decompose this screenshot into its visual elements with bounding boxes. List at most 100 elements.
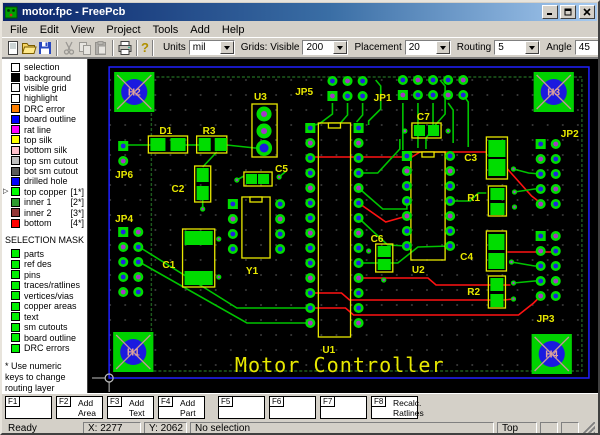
mask-row-text[interactable]: text (2, 311, 87, 322)
open-file-button[interactable] (21, 39, 37, 56)
mask-row-traces-ratlines[interactable]: traces/ratlines (2, 280, 87, 291)
ref-des-label-y1[interactable]: Y1 (246, 266, 259, 277)
layer-row-background[interactable]: background (2, 72, 87, 82)
function-key-f3[interactable]: F3AddText (107, 396, 154, 419)
close-button[interactable] (579, 5, 595, 19)
smd-pad[interactable] (185, 231, 213, 245)
layer-row-inner-1[interactable]: inner 1[2*] (2, 197, 87, 207)
chevron-down-icon[interactable] (525, 41, 539, 54)
ref-des-label-c2[interactable]: C2 (171, 184, 184, 195)
smd-pad[interactable] (185, 271, 213, 285)
ref-des-label-jp5[interactable]: JP5 (295, 87, 313, 98)
ref-des-label-u2[interactable]: U2 (412, 265, 425, 276)
smd-pad[interactable] (490, 294, 503, 307)
ref-des-label-c3[interactable]: C3 (464, 153, 477, 164)
mask-row-pins[interactable]: pins (2, 269, 87, 280)
title-bar[interactable]: motor.fpc - FreePcb (3, 3, 597, 21)
menu-item-file[interactable]: File (4, 23, 34, 37)
resize-grip[interactable] (582, 422, 595, 435)
smd-pad[interactable] (490, 203, 504, 215)
smd-pad[interactable] (490, 278, 503, 291)
menu-item-tools[interactable]: Tools (147, 23, 185, 37)
smd-pad[interactable] (488, 159, 505, 176)
chevron-down-icon[interactable] (333, 41, 347, 54)
ref-des-label-jp3[interactable]: JP3 (537, 314, 555, 325)
ref-des-label-r1[interactable]: R1 (467, 193, 480, 204)
save-button[interactable] (37, 39, 53, 56)
smd-pad[interactable] (490, 188, 504, 200)
pcb-canvas-svg[interactable]: H2H3H1H4D1R3U3JP5JP1C7JP2C3R1C5C2JP6JP4C… (88, 59, 598, 393)
combo-select[interactable]: 45 (575, 40, 600, 55)
mask-row-ref-des[interactable]: ref des (2, 259, 87, 270)
board-silkscreen-title[interactable]: Motor Controller (235, 353, 445, 377)
ref-des-label-jp6[interactable]: JP6 (115, 170, 133, 181)
layer-row-drc-error[interactable]: DRC error (2, 104, 87, 114)
smd-pad[interactable] (378, 246, 391, 257)
mask-row-vertices-vias[interactable]: vertices/vias (2, 290, 87, 301)
copy-button[interactable] (77, 39, 93, 56)
function-key-f4[interactable]: F4AddPart (158, 396, 205, 419)
menu-item-add[interactable]: Add (184, 23, 216, 37)
ref-des-label-u3[interactable]: U3 (254, 92, 267, 103)
menu-item-edit[interactable]: Edit (34, 23, 65, 37)
menu-item-project[interactable]: Project (100, 23, 146, 37)
paste-button[interactable] (93, 39, 109, 56)
layer-row-bot-sm-cutout[interactable]: bot sm cutout (2, 166, 87, 176)
layer-row-board-outline[interactable]: board outline (2, 114, 87, 124)
smd-pad[interactable] (246, 174, 257, 184)
layer-row-bottom-silk[interactable]: bottom silk (2, 145, 87, 155)
layer-row-top-sm-cutout[interactable]: top sm cutout (2, 156, 87, 166)
layer-row-inner-2[interactable]: inner 2[3*] (2, 207, 87, 217)
menu-item-view[interactable]: View (65, 23, 101, 37)
mask-row-board-outline[interactable]: board outline (2, 332, 87, 343)
mask-row-drc-errors[interactable]: DRC errors (2, 343, 87, 354)
function-key-f5[interactable]: F5 (218, 396, 265, 419)
print-button[interactable] (117, 39, 133, 56)
function-key-f2[interactable]: F2AddArea (56, 396, 103, 419)
combo-select[interactable]: 200 (302, 40, 348, 55)
mask-row-copper-areas[interactable]: copper areas (2, 301, 87, 312)
chevron-down-icon[interactable] (220, 41, 234, 54)
mask-row-parts[interactable]: parts (2, 248, 87, 259)
smd-pad[interactable] (199, 138, 211, 151)
smd-pad[interactable] (488, 234, 504, 250)
smd-pad[interactable] (488, 140, 505, 157)
function-key-f7[interactable]: F7 (320, 396, 367, 419)
ref-des-label-jp1[interactable]: JP1 (374, 93, 392, 104)
ref-des-label-d1[interactable]: D1 (159, 126, 172, 137)
ref-des-label-r3[interactable]: R3 (203, 126, 216, 137)
help-button[interactable]: ? (141, 39, 149, 56)
smd-pad[interactable] (215, 138, 227, 151)
ref-des-label-c1[interactable]: C1 (162, 260, 175, 271)
ref-des-label-jp2[interactable]: JP2 (561, 129, 579, 140)
cut-button[interactable] (61, 39, 77, 56)
new-file-button[interactable] (5, 39, 21, 56)
layer-row-highlight[interactable]: highlight (2, 93, 87, 103)
layer-row-selection[interactable]: selection (2, 62, 87, 72)
smd-pad[interactable] (170, 138, 185, 151)
smd-pad[interactable] (197, 186, 209, 200)
ref-des-label-c7[interactable]: C7 (417, 112, 430, 123)
smd-pad[interactable] (197, 168, 209, 182)
combo-select[interactable]: 5 (494, 40, 540, 55)
ref-des-label-jp4[interactable]: JP4 (115, 214, 133, 225)
pcb-canvas[interactable]: H2H3H1H4D1R3U3JP5JP1C7JP2C3R1C5C2JP6JP4C… (88, 59, 598, 393)
menu-item-help[interactable]: Help (216, 23, 251, 37)
layer-row-top-copper[interactable]: ▷top copper[1*] (2, 187, 87, 197)
smd-pad[interactable] (378, 259, 391, 270)
mask-row-sm-cutouts[interactable]: sm cutouts (2, 322, 87, 333)
chevron-down-icon[interactable] (436, 41, 450, 54)
layer-row-top-silk[interactable]: top silk (2, 135, 87, 145)
smd-pad[interactable] (150, 138, 165, 151)
function-key-f1[interactable]: F1 (5, 396, 52, 419)
ref-des-label-r2[interactable]: R2 (467, 287, 480, 298)
smd-pad[interactable] (258, 174, 269, 184)
layer-row-rat-line[interactable]: rat line (2, 124, 87, 134)
maximize-button[interactable] (560, 5, 576, 19)
ref-des-label-c5[interactable]: C5 (275, 164, 288, 175)
layer-row-visible-grid[interactable]: visible grid (2, 83, 87, 93)
function-key-f6[interactable]: F6 (269, 396, 316, 419)
layer-row-drilled-hole[interactable]: drilled hole (2, 176, 87, 186)
minimize-button[interactable] (542, 5, 558, 19)
combo-select[interactable]: 20 (405, 40, 451, 55)
